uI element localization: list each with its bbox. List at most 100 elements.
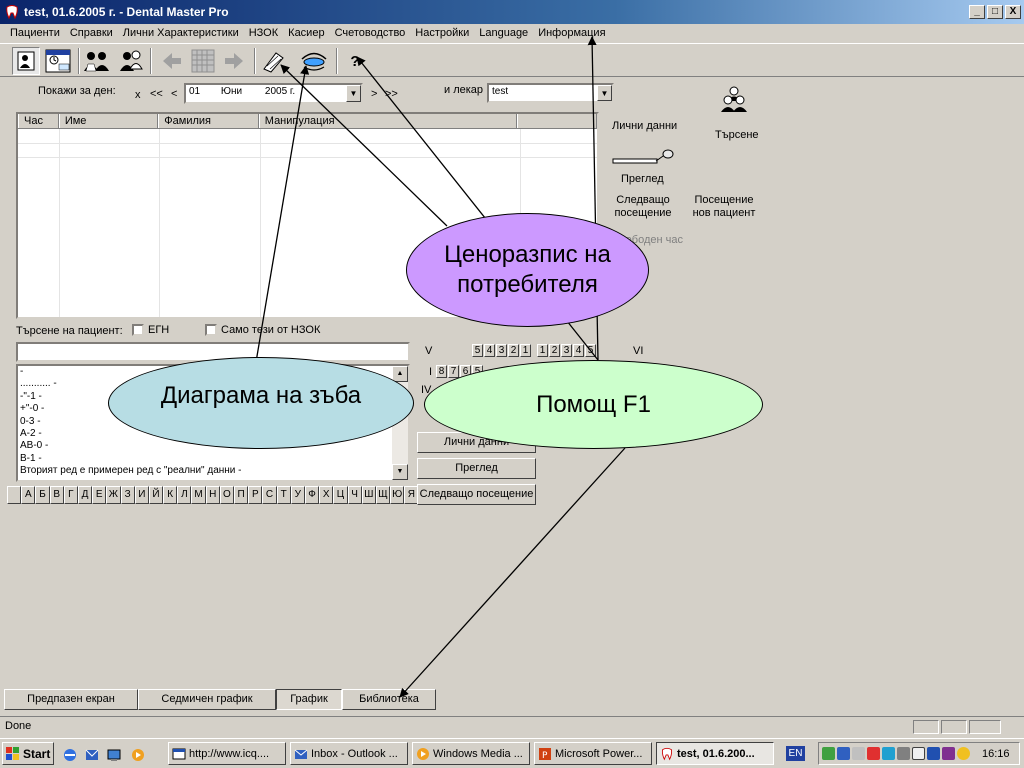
list-item[interactable]: B-1 -	[18, 453, 408, 465]
personal-data-link[interactable]: Лични данни	[612, 120, 677, 132]
tooth-button[interactable]: 4	[484, 344, 495, 357]
alpha-letter[interactable]: П	[234, 486, 249, 504]
clock[interactable]: 16:16	[982, 748, 1010, 760]
nzok-only-checkbox[interactable]: Само тези от НЗОК	[205, 324, 320, 337]
alpha-letter[interactable]: М	[191, 486, 206, 504]
alpha-letter[interactable]: Г	[63, 486, 78, 504]
menu-language[interactable]: Language	[474, 27, 533, 39]
tooth-diagram-button[interactable]	[260, 47, 288, 75]
alpha-letter[interactable]: Й	[148, 486, 164, 504]
nzok-only-checkbox-box[interactable]	[205, 324, 217, 337]
language-indicator[interactable]: EN	[786, 746, 805, 761]
messenger-icon[interactable]	[957, 747, 970, 760]
alpha-letter[interactable]: Ю	[390, 486, 405, 504]
tooth-button[interactable]: 1	[537, 344, 548, 357]
alpha-letter[interactable]: А	[21, 486, 36, 504]
start-button[interactable]: Start	[2, 742, 54, 765]
alpha-letter[interactable]: У	[290, 486, 305, 504]
task-icq[interactable]: http://www.icq....	[168, 742, 286, 765]
alpha-letter[interactable]: Т	[276, 486, 291, 504]
grid-view-button[interactable]	[189, 47, 217, 75]
alpha-letter[interactable]: Л	[177, 486, 192, 504]
schedule-button[interactable]	[44, 47, 72, 75]
egn-checkbox[interactable]: ЕГН	[132, 324, 169, 337]
alpha-letter[interactable]: Х	[319, 486, 334, 504]
scroll-down-icon[interactable]: ▼	[392, 464, 408, 480]
clipboard-icon[interactable]	[912, 747, 925, 760]
minimize-button[interactable]: _	[969, 5, 985, 19]
volume-icon[interactable]	[897, 747, 910, 760]
alpha-letter[interactable]: Ф	[304, 486, 320, 504]
chevron-down-icon[interactable]: ▼	[346, 85, 361, 102]
connection-icon[interactable]	[837, 747, 850, 760]
next-visit-link[interactable]: Следващо посещение	[614, 194, 672, 220]
column-header-name[interactable]: Име	[58, 114, 159, 128]
forward-button[interactable]	[220, 47, 248, 75]
clear-date-button[interactable]: x	[135, 89, 141, 101]
prev-day-button[interactable]: <	[171, 88, 177, 100]
column-header-procedure[interactable]: Манипулация	[258, 114, 518, 128]
ie-quicklaunch-icon[interactable]	[62, 747, 78, 763]
alpha-letter[interactable]: Ш	[361, 486, 376, 504]
alpha-letter[interactable]: В	[49, 486, 64, 504]
patients-group-button[interactable]	[83, 47, 111, 75]
desktop-quicklaunch-icon[interactable]	[106, 747, 122, 763]
next-week-button[interactable]: >>	[385, 88, 398, 100]
next-visit-button[interactable]: Следващо посещение	[417, 484, 536, 505]
search-people-icon[interactable]	[719, 85, 751, 113]
tooth-button[interactable]: 4	[573, 344, 584, 357]
alpha-letter[interactable]: И	[134, 486, 149, 504]
egn-checkbox-box[interactable]	[132, 324, 144, 337]
tooth-button[interactable]: 7	[448, 365, 459, 378]
doctors-button[interactable]	[117, 47, 145, 75]
tooth-button[interactable]: 5	[585, 344, 596, 357]
alpha-letter[interactable]: Н	[205, 486, 220, 504]
outlook-quicklaunch-icon[interactable]	[84, 747, 100, 763]
examination-link[interactable]: Преглед	[621, 173, 664, 185]
prev-week-button[interactable]: <<	[150, 88, 163, 100]
alpha-letter[interactable]: Е	[92, 486, 107, 504]
maximize-button[interactable]: □	[987, 5, 1003, 19]
price-list-button[interactable]	[300, 47, 328, 75]
column-header-hour[interactable]: Час	[18, 114, 59, 128]
menu-accounting[interactable]: Счетоводство	[330, 27, 411, 39]
tooth-button[interactable]: 5	[472, 344, 483, 357]
alpha-letter[interactable]: З	[120, 486, 135, 504]
doctor-select[interactable]: test ▼	[487, 83, 614, 103]
chevron-down-icon[interactable]: ▼	[597, 85, 612, 101]
tab-weekly-schedule[interactable]: Седмичен график	[138, 689, 276, 710]
tooth-button[interactable]: 8	[436, 365, 447, 378]
task-powerpoint[interactable]: P Microsoft Power...	[534, 742, 652, 765]
media-tray-icon[interactable]	[942, 747, 955, 760]
patient-button[interactable]	[12, 47, 40, 75]
tooth-button[interactable]: 2	[549, 344, 560, 357]
tab-schedule[interactable]: График	[276, 689, 342, 710]
tooth-button[interactable]: 3	[561, 344, 572, 357]
menu-nzok[interactable]: НЗОК	[244, 27, 283, 39]
alpha-blank[interactable]	[7, 486, 22, 504]
alpha-letter[interactable]: К	[163, 486, 178, 504]
bluetooth-icon[interactable]	[927, 747, 940, 760]
close-button[interactable]: X	[1005, 5, 1021, 19]
alpha-letter[interactable]: Д	[77, 486, 93, 504]
printer-icon[interactable]	[852, 747, 865, 760]
antivirus-icon[interactable]	[867, 747, 880, 760]
alpha-letter[interactable]: Щ	[375, 486, 391, 504]
examination-tool-icon[interactable]	[612, 148, 674, 168]
tooth-button[interactable]: 1	[520, 344, 531, 357]
alpha-letter[interactable]: Ж	[106, 486, 121, 504]
examination-button[interactable]: Преглед	[417, 458, 536, 479]
alpha-letter[interactable]: С	[262, 486, 277, 504]
tooth-button[interactable]: 2	[508, 344, 519, 357]
alpha-letter[interactable]: Б	[35, 486, 50, 504]
search-link[interactable]: Търсене	[715, 129, 759, 141]
date-picker[interactable]: 01 Юни 2005 г. ▼	[184, 83, 363, 104]
update-icon[interactable]	[882, 747, 895, 760]
tab-library[interactable]: Библиотека	[342, 689, 436, 710]
tooth-button[interactable]: 3	[496, 344, 507, 357]
menu-settings[interactable]: Настройки	[410, 27, 474, 39]
tab-screensaver[interactable]: Предпазен екран	[4, 689, 138, 710]
column-header-surname[interactable]: Фамилия	[158, 114, 259, 128]
alpha-letter[interactable]: Ч	[347, 486, 362, 504]
alpha-letter[interactable]: О	[219, 486, 234, 504]
